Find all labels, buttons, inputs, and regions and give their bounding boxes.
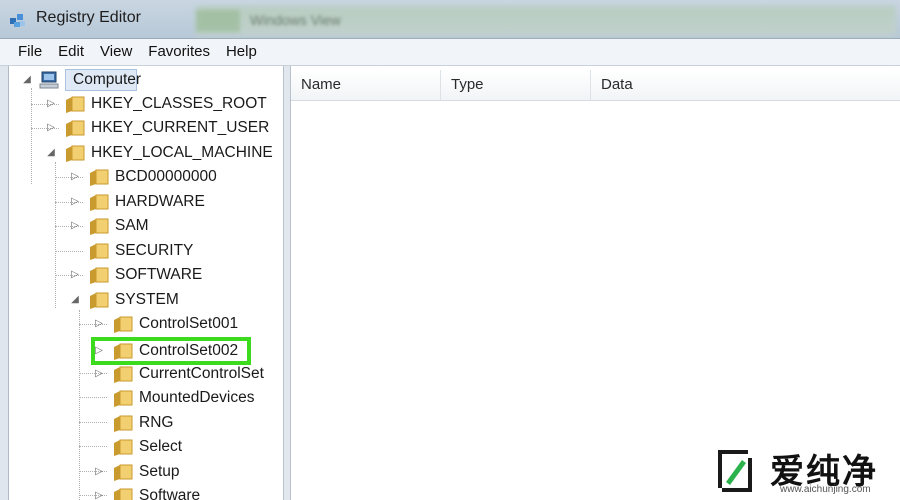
collapse-arrow-icon[interactable]: ◢ [69, 294, 81, 306]
tree-node-hkey-classes-root[interactable]: ▷ HKEY_CLASSES_ROOT [9, 92, 283, 116]
tree-label: BCD00000000 [115, 168, 217, 185]
menu-file[interactable]: File [0, 39, 50, 65]
tree-node-hkey-current-user[interactable]: ▷ HKEY_CURRENT_USER [9, 116, 283, 140]
tree-node-software[interactable]: ▷ SOFTWARE [9, 263, 283, 287]
expand-arrow-icon[interactable]: ▷ [93, 368, 105, 380]
tree-label: Setup [139, 463, 180, 480]
expand-arrow-icon[interactable]: ▷ [93, 345, 105, 357]
menu-help[interactable]: Help [218, 39, 265, 65]
collapse-arrow-icon[interactable]: ◢ [45, 147, 57, 159]
expand-arrow-icon[interactable]: ▷ [93, 466, 105, 478]
tree-node-bcd00000000[interactable]: ▷ BCD00000000 [9, 165, 283, 189]
column-header-type[interactable]: Type [441, 70, 591, 100]
tree-node-currentcontrolset[interactable]: ▷ CurrentControlSet [9, 362, 283, 386]
collapse-arrow-icon[interactable]: ◢ [21, 74, 33, 86]
tree-label: SYSTEM [115, 291, 179, 308]
column-header-data[interactable]: Data [591, 70, 900, 100]
tree-label: ControlSet001 [139, 315, 239, 332]
folder-icon [114, 390, 133, 407]
tree-node-security[interactable]: SECURITY [9, 239, 283, 263]
tree-node-sam[interactable]: ▷ SAM [9, 214, 283, 238]
folder-icon [90, 169, 109, 186]
folder-icon [90, 194, 109, 211]
client-area: ◢ Computer ▷ HKEY_CLASSES_ROOT ▷ HKEY_CU… [8, 66, 900, 500]
background-window-icon [196, 10, 240, 32]
tree-node-setup[interactable]: ▷ Setup [9, 460, 283, 484]
folder-icon [90, 267, 109, 284]
menu-edit[interactable]: Edit [50, 39, 92, 65]
tree-label: HARDWARE [115, 193, 205, 210]
folder-icon [66, 96, 85, 113]
expand-arrow-icon[interactable]: ▷ [69, 196, 81, 208]
expand-arrow-icon[interactable]: ▷ [93, 490, 105, 500]
watermark-url: www.aichunjing.com [780, 484, 871, 495]
folder-icon [114, 343, 133, 360]
tree-label: SAM [115, 217, 149, 234]
tree-node-hkey-local-machine[interactable]: ◢ HKEY_LOCAL_MACHINE [9, 141, 283, 165]
title-bar[interactable]: Registry Editor Windows View [0, 0, 900, 39]
expand-arrow-icon[interactable]: ▷ [93, 318, 105, 330]
key-tree-pane[interactable]: ◢ Computer ▷ HKEY_CLASSES_ROOT ▷ HKEY_CU… [9, 66, 283, 500]
tree-label: SOFTWARE [115, 266, 203, 283]
expand-arrow-icon[interactable]: ▷ [69, 269, 81, 281]
folder-icon [114, 415, 133, 432]
folder-icon [90, 243, 109, 260]
tree-label: HKEY_CLASSES_ROOT [91, 95, 267, 112]
expand-arrow-icon[interactable]: ▷ [45, 98, 57, 110]
tree-node-controlset002[interactable]: ▷ ControlSet002 [9, 339, 283, 363]
expand-arrow-icon[interactable]: ▷ [69, 220, 81, 232]
computer-icon [39, 71, 59, 89]
folder-icon [114, 464, 133, 481]
tree-label: RNG [139, 414, 174, 431]
expand-arrow-icon[interactable]: ▷ [45, 122, 57, 134]
folder-icon [114, 488, 133, 500]
open-folder-icon [66, 145, 85, 162]
window-title: Registry Editor [36, 9, 141, 26]
expand-arrow-icon[interactable]: ▷ [69, 171, 81, 183]
menu-view[interactable]: View [92, 39, 140, 65]
tree-label: MountedDevices [139, 389, 255, 406]
folder-icon [66, 120, 85, 137]
registry-editor-icon [10, 14, 25, 27]
folder-icon [114, 439, 133, 456]
watermark: 爱纯净 www.aichunjing.com [700, 440, 900, 500]
values-list-pane[interactable]: Name Type Data [291, 66, 900, 500]
tree-label: Computer [73, 71, 142, 88]
tree-node-system[interactable]: ◢ SYSTEM [9, 288, 283, 312]
folder-icon [114, 316, 133, 333]
list-header: Name Type Data [291, 70, 900, 101]
tree-label: HKEY_CURRENT_USER [91, 119, 270, 136]
tree-label: SECURITY [115, 242, 194, 259]
menu-favorites[interactable]: Favorites [140, 39, 218, 65]
tree-label: ControlSet002 [139, 342, 239, 359]
tree-node-controlset001[interactable]: ▷ ControlSet001 [9, 312, 283, 336]
tree-label: Software [139, 487, 201, 500]
tree-node-computer[interactable]: ◢ Computer [9, 68, 283, 92]
folder-icon [90, 218, 109, 235]
background-window-title: Windows View [250, 12, 341, 28]
tree-node-select[interactable]: Select [9, 435, 283, 459]
open-folder-icon [90, 292, 109, 309]
tree-node-hardware[interactable]: ▷ HARDWARE [9, 190, 283, 214]
tree-label: Select [139, 438, 183, 455]
watermark-logo-icon [718, 450, 752, 492]
tree-label: CurrentControlSet [139, 365, 264, 382]
tree-label: HKEY_LOCAL_MACHINE [91, 144, 273, 161]
tree-node-rng[interactable]: RNG [9, 411, 283, 435]
tree-node-mounteddevices[interactable]: MountedDevices [9, 386, 283, 410]
tree-node-software-2[interactable]: ▷ Software [9, 484, 283, 500]
column-header-name[interactable]: Name [291, 70, 441, 100]
folder-icon [114, 366, 133, 383]
menu-bar: File Edit View Favorites Help [0, 39, 900, 66]
pane-splitter[interactable] [283, 66, 291, 500]
